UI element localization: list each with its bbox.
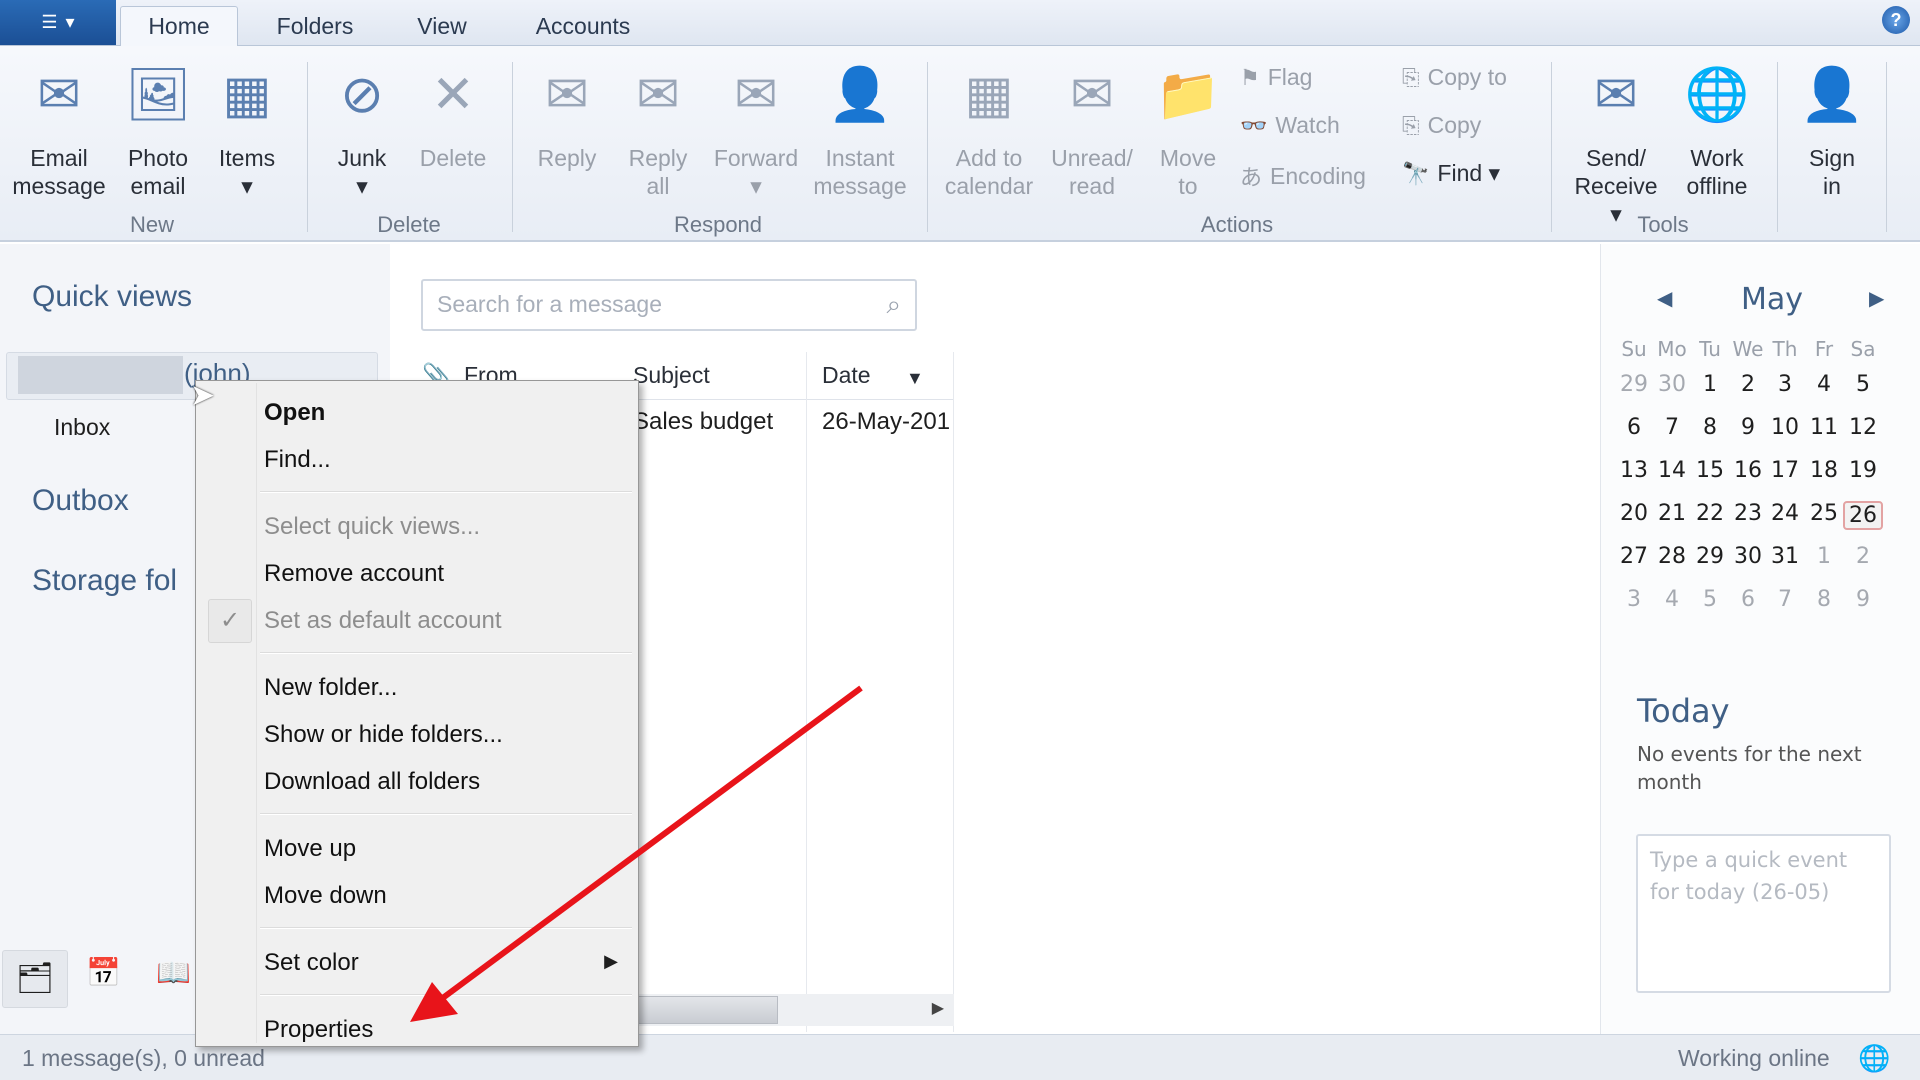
arrow-head [410, 982, 458, 1022]
arrow-shaft [440, 688, 861, 1000]
annotation-arrow [0, 0, 1920, 1080]
